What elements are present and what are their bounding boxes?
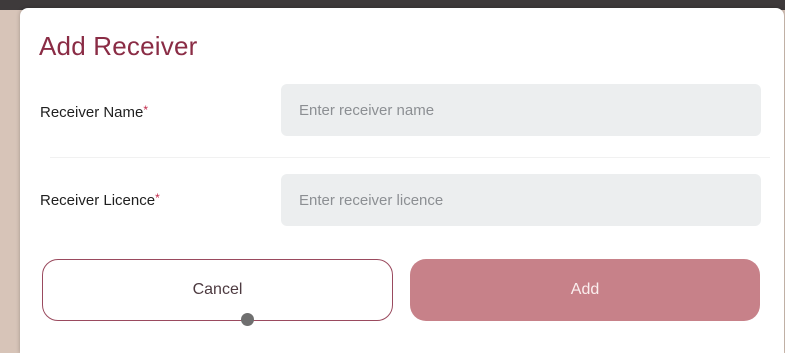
receiver-licence-input[interactable] — [281, 174, 761, 226]
touch-cursor-indicator — [241, 313, 254, 326]
receiver-name-input[interactable] — [281, 84, 761, 136]
required-asterisk: * — [143, 103, 149, 117]
receiver-licence-label-text: Receiver Licence — [40, 192, 156, 209]
receiver-name-label: Receiver Name* — [40, 103, 149, 121]
add-button[interactable]: Add — [410, 259, 760, 321]
required-asterisk: * — [155, 191, 160, 205]
cancel-button[interactable]: Cancel — [42, 259, 393, 321]
field-divider — [50, 157, 770, 158]
dialog-title: Add Receiver — [39, 31, 198, 61]
receiver-licence-label: Receiver Licence* — [40, 191, 160, 209]
receiver-name-label-text: Receiver Name — [40, 104, 144, 121]
add-receiver-dialog: Add Receiver Receiver Name* Receiver Lic… — [20, 8, 784, 353]
